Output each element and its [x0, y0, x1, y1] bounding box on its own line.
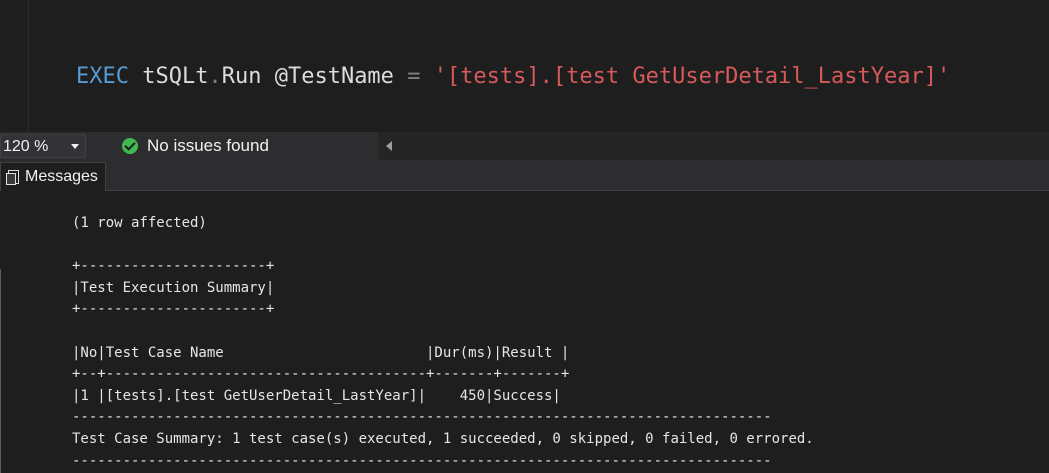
pane-divider — [0, 269, 1, 473]
message-line: +--+------------------------------------… — [72, 366, 570, 383]
editor-gutter — [0, 0, 29, 132]
chevron-down-icon[interactable] — [71, 144, 79, 149]
message-line: ----------------------------------------… — [72, 452, 772, 469]
code-procedure: Run — [221, 64, 262, 89]
scroll-left-arrow-icon[interactable] — [386, 141, 392, 151]
message-line: +----------------------+ — [72, 258, 275, 275]
code-string-literal: '[tests].[test GetUserDetail_LastYear]' — [433, 64, 951, 89]
message-line: +----------------------+ — [72, 301, 275, 318]
message-line: (1 row affected) — [72, 215, 207, 231]
messages-icon — [6, 170, 19, 185]
zoom-dropdown[interactable]: 120 % — [0, 134, 86, 158]
code-dot: . — [208, 64, 222, 89]
issues-indicator[interactable]: No issues found — [122, 136, 269, 156]
message-line: |No|Test Case Name |Dur(ms)|Result | — [72, 344, 570, 361]
tab-messages[interactable]: Messages — [0, 162, 106, 191]
messages-output: (1 row affected) +----------------------… — [72, 213, 814, 472]
message-line: Test Case Summary: 1 test case(s) execut… — [72, 430, 814, 447]
messages-pane[interactable]: (1 row affected) +----------------------… — [0, 191, 1049, 473]
tab-messages-label: Messages — [25, 168, 98, 185]
message-line: ----------------------------------------… — [72, 409, 772, 426]
message-line: |1 |[tests].[test GetUserDetail_LastYear… — [72, 387, 561, 404]
query-editor[interactable]: EXEC tSQLt.Run @TestName = '[tests].[tes… — [0, 0, 1049, 132]
code-keyword: EXEC — [76, 64, 129, 89]
code-object: tSQLt — [142, 64, 209, 89]
results-tab-strip: Messages — [0, 160, 1049, 191]
code-equals: = — [407, 64, 421, 89]
code-line[interactable]: EXEC tSQLt.Run @TestName = '[tests].[tes… — [76, 62, 950, 92]
check-circle-icon — [122, 138, 138, 154]
horizontal-scrollbar[interactable] — [378, 132, 1049, 160]
zoom-value: 120 % — [3, 138, 49, 155]
message-line: |Test Execution Summary| — [72, 279, 275, 296]
editor-status-bar: 120 % No issues found — [0, 132, 1049, 160]
issues-label: No issues found — [147, 136, 269, 155]
code-parameter: @TestName — [274, 64, 394, 89]
